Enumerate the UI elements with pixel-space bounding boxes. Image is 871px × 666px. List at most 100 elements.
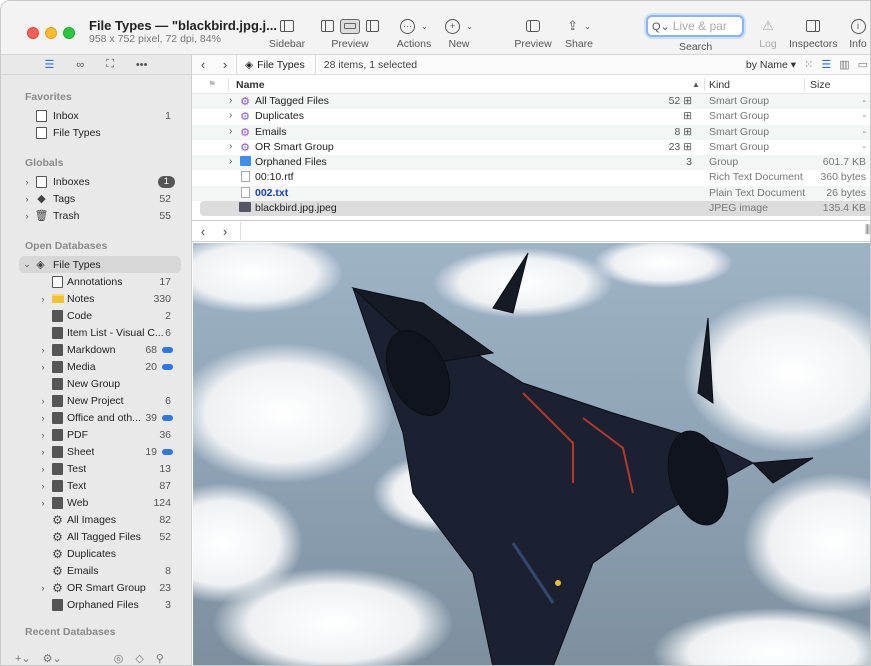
cover-flow-icon[interactable]: ▭ [858, 58, 868, 71]
disclosure-icon[interactable]: › [229, 95, 232, 106]
sync-badge-icon [162, 346, 173, 353]
sync-icon[interactable]: ◎ [114, 652, 124, 665]
zoom-window-button[interactable] [63, 27, 75, 39]
icon-view-icon[interactable]: ⁙ [804, 58, 813, 71]
disclosure-icon[interactable]: › [22, 177, 32, 187]
column-header-size[interactable]: Size [810, 79, 830, 91]
sidebar-item-group[interactable]: › New Project 6 [1, 392, 191, 409]
close-window-button[interactable] [27, 27, 39, 39]
table-row[interactable]: › ⚙ Duplicates ⊞ Smart Group - [192, 109, 870, 124]
column-header-kind[interactable]: Kind [709, 79, 730, 91]
sidebar-item-group[interactable]: › PDF 36 [1, 426, 191, 443]
table-row[interactable]: 00:10.rtf Rich Text Document 360 bytes [192, 170, 870, 185]
toolbar: File Types — "blackbird.jpg.j... 958 x 7… [1, 1, 870, 55]
table-row[interactable]: 002.txt Plain Text Document 26 bytes [192, 185, 870, 202]
preview-options-icon[interactable]: ⫼ [865, 224, 870, 237]
disclosure-icon[interactable]: › [22, 194, 32, 204]
flag-column-icon[interactable]: ⚑ [208, 79, 216, 90]
sidebar-item-group[interactable]: › ⚙ OR Smart Group 23 [1, 579, 191, 596]
image-preview[interactable] [193, 243, 870, 665]
table-row[interactable]: › ⚙ OR Smart Group 23 ⊞ Smart Group - [192, 140, 870, 155]
disclosure-icon[interactable]: › [22, 211, 32, 221]
log-button[interactable]: ⚠ Log [753, 17, 783, 50]
new-menu-button[interactable]: + ⌄ New [445, 17, 473, 50]
sidebar-item-group[interactable]: Orphaned Files 3 [1, 596, 191, 613]
inspectors-button[interactable]: Inspectors [789, 17, 837, 50]
forward-icon[interactable]: › [214, 224, 236, 239]
disclosure-icon[interactable]: › [229, 141, 232, 152]
sidebar-item-database[interactable]: ⌄ ◈ File Types [19, 256, 181, 273]
table-row[interactable]: › ⚙ All Tagged Files 52 ⊞ Smart Group - [192, 94, 870, 110]
forward-icon[interactable]: › [214, 57, 236, 72]
tags-icon[interactable]: ∞ [76, 59, 84, 71]
sidebar-item-group[interactable]: ⚙ All Tagged Files 52 [1, 528, 191, 545]
sidebar-item-file-types[interactable]: File Types [1, 124, 191, 141]
sidebar-item-trash[interactable]: › 🗑 Trash 55 [1, 207, 191, 224]
sidebar-item-group[interactable]: › Notes 330 [1, 290, 191, 307]
sidebar-item-inboxes[interactable]: › Inboxes 1 [1, 173, 191, 190]
disclosure-icon[interactable]: › [229, 156, 232, 167]
sidebar-item-group[interactable]: › Test 13 [1, 460, 191, 477]
row-size: - [862, 140, 867, 153]
sort-menu[interactable]: by Name ▾ [746, 59, 796, 71]
disclosure-icon[interactable]: › [38, 294, 48, 304]
sidebar-item-group[interactable]: › Text 87 [1, 477, 191, 494]
list-icon[interactable]: ☰ [45, 58, 55, 71]
back-icon[interactable]: ‹ [192, 57, 214, 72]
info-button[interactable]: i Info [847, 17, 869, 50]
sidebar-item-group[interactable]: ⚙ Emails 8 [1, 562, 191, 579]
sidebar-item-group[interactable]: ⚙ All Images 82 [1, 511, 191, 528]
sidebar-item-group[interactable]: › Markdown 68 [1, 341, 191, 358]
pin-icon[interactable]: ⚲ [156, 652, 164, 665]
column-view-icon[interactable]: ▥ [839, 58, 849, 71]
row-item-count: 23 ⊞ [668, 140, 692, 153]
back-icon[interactable]: ‹ [192, 224, 214, 239]
sidebar-item-group[interactable]: › Web 124 [1, 494, 191, 511]
sidebar-item-group[interactable]: › Sheet 19 [1, 443, 191, 460]
inspector-panel-icon [806, 20, 820, 32]
column-header-name[interactable]: Name [236, 79, 265, 91]
minimize-window-button[interactable] [45, 27, 57, 39]
table-row[interactable]: blackbird.jpg.jpeg JPEG image 135.4 KB [200, 201, 870, 217]
disclosure-icon[interactable]: › [38, 396, 48, 406]
sidebar-item-group[interactable]: › Office and oth... 39 [1, 409, 191, 426]
breadcrumb[interactable]: ◈ File Types [236, 54, 316, 75]
list-view-icon[interactable]: ☰ [821, 58, 831, 71]
hierarchy-icon[interactable]: ⛶ [106, 58, 114, 71]
disclosure-icon[interactable]: › [38, 464, 48, 474]
sidebar-item-group[interactable]: Annotations 17 [1, 273, 191, 290]
sidebar-item-tags[interactable]: › ◆ Tags 52 [1, 190, 191, 207]
disclosure-icon[interactable]: › [38, 481, 48, 491]
sidebar-item-group[interactable]: › Media 20 [1, 358, 191, 375]
chevron-down-icon[interactable]: ⌄ [22, 259, 32, 270]
sidebar-item-group[interactable]: Code 2 [1, 307, 191, 324]
sidebar-toggle-button[interactable]: Sidebar [267, 17, 307, 50]
search-field[interactable]: Q⌄ [646, 15, 744, 37]
sidebar-item-group[interactable]: ⚙ Duplicates [1, 545, 191, 562]
sidebar-item-group[interactable]: New Group [1, 375, 191, 392]
disclosure-icon[interactable]: › [38, 498, 48, 508]
disclosure-icon[interactable]: › [38, 345, 48, 355]
disclosure-icon[interactable]: › [38, 413, 48, 423]
item-count: 39 [145, 411, 157, 424]
disclosure-icon[interactable]: › [38, 430, 48, 440]
quick-look-preview-button[interactable]: Preview [514, 17, 552, 50]
disclosure-icon[interactable]: › [38, 583, 48, 593]
gear-icon[interactable]: ⚙⌄ [43, 652, 62, 665]
disclosure-icon[interactable]: › [229, 126, 232, 137]
disclosure-icon[interactable]: › [38, 362, 48, 372]
disclosure-icon[interactable]: › [229, 110, 232, 121]
table-row[interactable]: › Orphaned Files 3 Group 601.7 KB [192, 155, 870, 171]
share-menu-button[interactable]: ⇪ ⌄ Share [564, 17, 594, 50]
actions-menu-button[interactable]: ··· ⌄ Actions [395, 17, 433, 50]
add-icon[interactable]: +⌄ [15, 652, 31, 665]
sidebar-item-group[interactable]: Item List - Visual C... 6 [1, 324, 191, 341]
tag-icon[interactable]: ◇ [135, 652, 143, 665]
table-row[interactable]: › ⚙ Emails 8 ⊞ Smart Group - [192, 124, 870, 140]
disclosure-icon[interactable]: › [38, 447, 48, 457]
preview-layout-button[interactable]: Preview [315, 17, 385, 50]
more-icon[interactable]: ••• [136, 59, 148, 71]
search-input[interactable] [672, 19, 743, 33]
group-folder-icon [51, 496, 64, 509]
sidebar-item-inbox[interactable]: Inbox 1 [1, 107, 191, 124]
